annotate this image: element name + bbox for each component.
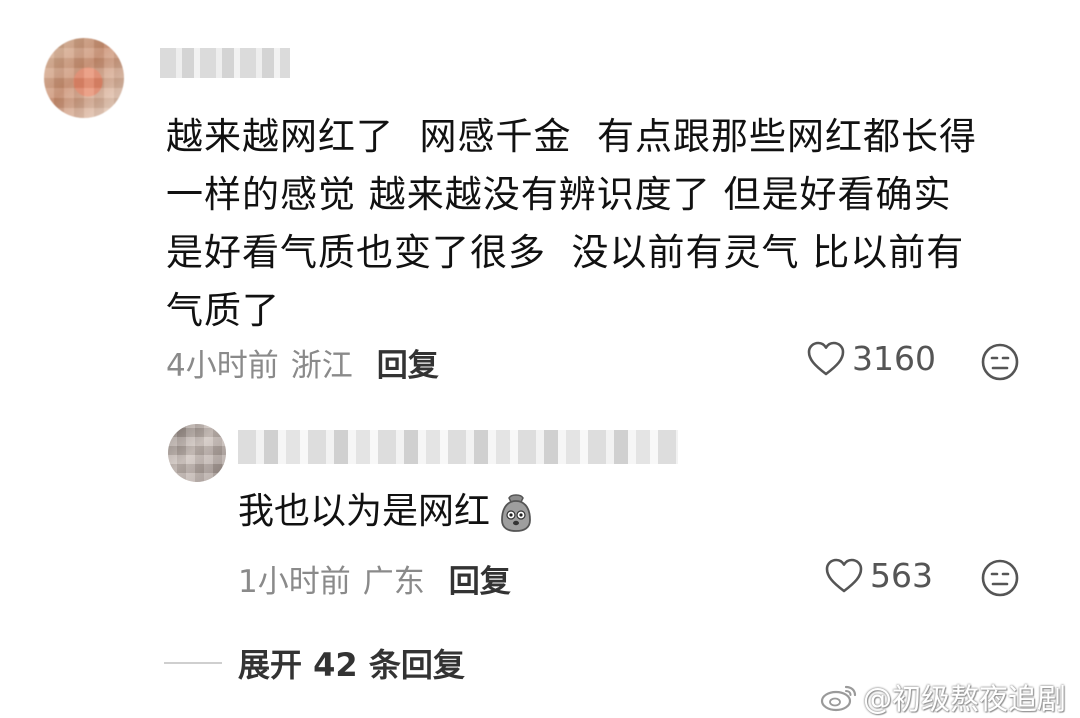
- reply-button[interactable]: 回复: [449, 556, 511, 601]
- avatar[interactable]: [44, 38, 124, 118]
- reply-button[interactable]: 回复: [377, 340, 439, 385]
- like-count: 3160: [852, 339, 936, 378]
- divider-line: [164, 662, 222, 664]
- expand-replies-button[interactable]: 展开 42 条回复: [164, 640, 465, 686]
- reply-time: 1小时前: [238, 564, 351, 600]
- dislike-face-icon[interactable]: [980, 342, 1020, 382]
- like-button[interactable]: 563: [824, 556, 933, 595]
- comment-text-line: 一样的感觉 越来越没有辨识度了 但是好看确实: [166, 173, 952, 216]
- weibo-logo-icon: [820, 685, 857, 712]
- comment-text-line: 越来越网红了 网感千金 有点跟那些网红都长得: [166, 115, 978, 158]
- heart-icon: [807, 341, 845, 375]
- comment-location: 浙江: [290, 348, 353, 384]
- comment-text: 越来越网红了 网感千金 有点跟那些网红都长得 一样的感觉 越来越没有辨识度了 但…: [166, 108, 1046, 340]
- comment-text-line: 气质了: [166, 289, 280, 332]
- username-blurred[interactable]: [238, 430, 678, 464]
- dislike-face-icon[interactable]: [980, 558, 1020, 598]
- avatar[interactable]: [168, 424, 226, 482]
- reply-location: 广东: [362, 564, 425, 600]
- reply-text-content: 我也以为是网红: [238, 491, 491, 532]
- comment-time: 4小时前: [166, 348, 279, 384]
- watermark-text: @初级熬夜追剧: [862, 682, 1066, 716]
- bag-face-emoji-icon: [501, 494, 531, 532]
- reply-text: 我也以为是网红: [238, 484, 538, 540]
- comment-text-line: 是好看气质也变了很多 没以前有灵气 比以前有: [166, 231, 965, 274]
- reply-meta: 1小时前 广东 回复: [238, 556, 511, 601]
- like-count: 563: [870, 556, 933, 595]
- comment-meta: 4小时前 浙江 回复: [166, 340, 439, 385]
- like-button[interactable]: 3160: [806, 339, 936, 378]
- watermark: @初级熬夜追剧: [819, 676, 1066, 718]
- expand-replies-label: 展开 42 条回复: [238, 646, 465, 684]
- heart-icon: [825, 558, 863, 592]
- username-blurred[interactable]: [160, 48, 290, 78]
